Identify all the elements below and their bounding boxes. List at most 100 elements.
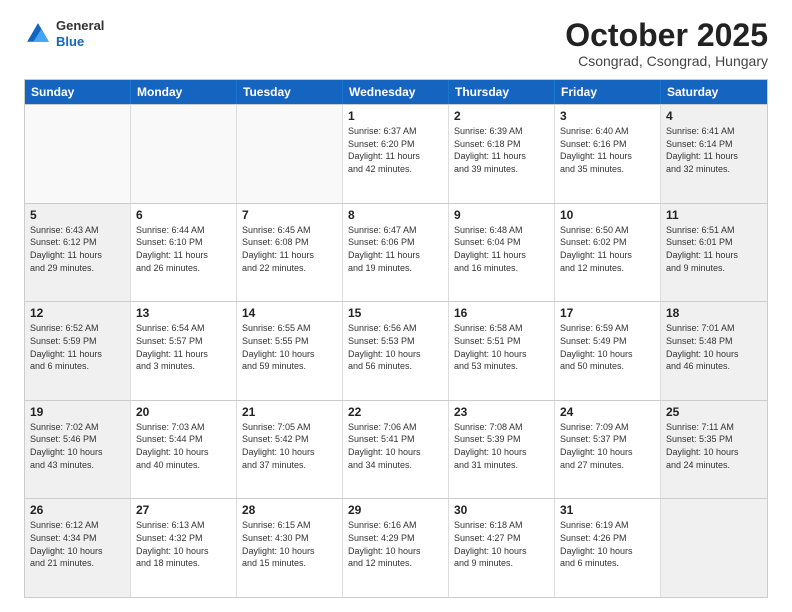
day-info: Sunrise: 7:05 AM Sunset: 5:42 PM Dayligh…: [242, 421, 337, 471]
calendar-day-7: 7 Sunrise: 6:45 AM Sunset: 6:08 PM Daylig…: [237, 204, 343, 302]
day-info: Sunrise: 6:44 AM Sunset: 6:10 PM Dayligh…: [136, 224, 231, 274]
calendar-day-6: 6 Sunrise: 6:44 AM Sunset: 6:10 PM Daylig…: [131, 204, 237, 302]
calendar-week-5: 26 Sunrise: 6:12 AM Sunset: 4:34 PM Dayli…: [25, 498, 767, 597]
day-number: 31: [560, 503, 655, 517]
day-info: Sunrise: 6:16 AM Sunset: 4:29 PM Dayligh…: [348, 519, 443, 569]
day-number: 26: [30, 503, 125, 517]
logo-general: General: [56, 18, 104, 34]
day-info: Sunrise: 6:48 AM Sunset: 6:04 PM Dayligh…: [454, 224, 549, 274]
logo-text: General Blue: [56, 18, 104, 49]
day-number: 19: [30, 405, 125, 419]
day-number: 6: [136, 208, 231, 222]
day-number: 20: [136, 405, 231, 419]
day-number: 18: [666, 306, 762, 320]
day-info: Sunrise: 6:56 AM Sunset: 5:53 PM Dayligh…: [348, 322, 443, 372]
calendar-day-24: 24 Sunrise: 7:09 AM Sunset: 5:37 PM Dayli…: [555, 401, 661, 499]
calendar-day-empty: [131, 105, 237, 203]
calendar-day-27: 27 Sunrise: 6:13 AM Sunset: 4:32 PM Dayli…: [131, 499, 237, 597]
logo-icon: [24, 20, 52, 48]
day-number: 4: [666, 109, 762, 123]
calendar-day-11: 11 Sunrise: 6:51 AM Sunset: 6:01 PM Dayli…: [661, 204, 767, 302]
day-info: Sunrise: 7:03 AM Sunset: 5:44 PM Dayligh…: [136, 421, 231, 471]
day-info: Sunrise: 6:45 AM Sunset: 6:08 PM Dayligh…: [242, 224, 337, 274]
calendar-day-30: 30 Sunrise: 6:18 AM Sunset: 4:27 PM Dayli…: [449, 499, 555, 597]
day-number: 14: [242, 306, 337, 320]
day-number: 15: [348, 306, 443, 320]
day-info: Sunrise: 6:41 AM Sunset: 6:14 PM Dayligh…: [666, 125, 762, 175]
day-number: 27: [136, 503, 231, 517]
day-number: 17: [560, 306, 655, 320]
day-number: 8: [348, 208, 443, 222]
day-number: 3: [560, 109, 655, 123]
calendar-day-empty: [25, 105, 131, 203]
calendar-day-9: 9Sunrise: 6:48 AM Sunset: 6:04 PM Daylig…: [449, 204, 555, 302]
day-number: 2: [454, 109, 549, 123]
day-info: Sunrise: 6:59 AM Sunset: 5:49 PM Dayligh…: [560, 322, 655, 372]
calendar-day-4: 4 Sunrise: 6:41 AM Sunset: 6:14 PM Daylig…: [661, 105, 767, 203]
day-info: Sunrise: 7:11 AM Sunset: 5:35 PM Dayligh…: [666, 421, 762, 471]
calendar: SundayMondayTuesdayWednesdayThursdayFrid…: [24, 79, 768, 598]
day-info: Sunrise: 7:06 AM Sunset: 5:41 PM Dayligh…: [348, 421, 443, 471]
day-header-monday: Monday: [131, 80, 237, 104]
day-info: Sunrise: 6:51 AM Sunset: 6:01 PM Dayligh…: [666, 224, 762, 274]
day-info: Sunrise: 7:08 AM Sunset: 5:39 PM Dayligh…: [454, 421, 549, 471]
day-info: Sunrise: 6:55 AM Sunset: 5:55 PM Dayligh…: [242, 322, 337, 372]
logo: General Blue: [24, 18, 104, 49]
day-header-wednesday: Wednesday: [343, 80, 449, 104]
calendar-day-8: 8 Sunrise: 6:47 AM Sunset: 6:06 PM Daylig…: [343, 204, 449, 302]
day-info: Sunrise: 7:01 AM Sunset: 5:48 PM Dayligh…: [666, 322, 762, 372]
day-number: 16: [454, 306, 549, 320]
location-subtitle: Csongrad, Csongrad, Hungary: [565, 53, 768, 69]
calendar-day-3: 3 Sunrise: 6:40 AM Sunset: 6:16 PM Daylig…: [555, 105, 661, 203]
day-info: Sunrise: 6:37 AM Sunset: 6:20 PM Dayligh…: [348, 125, 443, 175]
day-header-tuesday: Tuesday: [237, 80, 343, 104]
day-header-thursday: Thursday: [449, 80, 555, 104]
day-number: 1: [348, 109, 443, 123]
calendar-day-13: 13Sunrise: 6:54 AM Sunset: 5:57 PM Dayli…: [131, 302, 237, 400]
day-number: 29: [348, 503, 443, 517]
calendar-day-15: 15 Sunrise: 6:56 AM Sunset: 5:53 PM Dayli…: [343, 302, 449, 400]
calendar-week-2: 5Sunrise: 6:43 AM Sunset: 6:12 PM Daylig…: [25, 203, 767, 302]
calendar-day-empty: [661, 499, 767, 597]
day-info: Sunrise: 6:43 AM Sunset: 6:12 PM Dayligh…: [30, 224, 125, 274]
calendar-day-26: 26 Sunrise: 6:12 AM Sunset: 4:34 PM Dayli…: [25, 499, 131, 597]
calendar-day-18: 18 Sunrise: 7:01 AM Sunset: 5:48 PM Dayli…: [661, 302, 767, 400]
day-number: 12: [30, 306, 125, 320]
day-number: 30: [454, 503, 549, 517]
day-number: 28: [242, 503, 337, 517]
day-info: Sunrise: 6:50 AM Sunset: 6:02 PM Dayligh…: [560, 224, 655, 274]
day-number: 7: [242, 208, 337, 222]
calendar-week-3: 12 Sunrise: 6:52 AM Sunset: 5:59 PM Dayli…: [25, 301, 767, 400]
day-info: Sunrise: 6:40 AM Sunset: 6:16 PM Dayligh…: [560, 125, 655, 175]
calendar-day-empty: [237, 105, 343, 203]
month-title: October 2025: [565, 18, 768, 53]
calendar-day-28: 28 Sunrise: 6:15 AM Sunset: 4:30 PM Dayli…: [237, 499, 343, 597]
calendar-day-16: 16 Sunrise: 6:58 AM Sunset: 5:51 PM Dayli…: [449, 302, 555, 400]
day-number: 25: [666, 405, 762, 419]
day-number: 11: [666, 208, 762, 222]
day-info: Sunrise: 7:02 AM Sunset: 5:46 PM Dayligh…: [30, 421, 125, 471]
logo-blue: Blue: [56, 34, 104, 50]
calendar-day-10: 10 Sunrise: 6:50 AM Sunset: 6:02 PM Dayli…: [555, 204, 661, 302]
day-info: Sunrise: 6:39 AM Sunset: 6:18 PM Dayligh…: [454, 125, 549, 175]
day-info: Sunrise: 6:47 AM Sunset: 6:06 PM Dayligh…: [348, 224, 443, 274]
day-number: 23: [454, 405, 549, 419]
calendar-day-14: 14 Sunrise: 6:55 AM Sunset: 5:55 PM Dayli…: [237, 302, 343, 400]
day-info: Sunrise: 6:52 AM Sunset: 5:59 PM Dayligh…: [30, 322, 125, 372]
day-info: Sunrise: 6:58 AM Sunset: 5:51 PM Dayligh…: [454, 322, 549, 372]
day-info: Sunrise: 6:18 AM Sunset: 4:27 PM Dayligh…: [454, 519, 549, 569]
day-number: 24: [560, 405, 655, 419]
day-number: 10: [560, 208, 655, 222]
calendar-day-19: 19 Sunrise: 7:02 AM Sunset: 5:46 PM Dayli…: [25, 401, 131, 499]
calendar-header: SundayMondayTuesdayWednesdayThursdayFrid…: [25, 80, 767, 104]
calendar-week-1: 1 Sunrise: 6:37 AM Sunset: 6:20 PM Daylig…: [25, 104, 767, 203]
day-info: Sunrise: 7:09 AM Sunset: 5:37 PM Dayligh…: [560, 421, 655, 471]
day-info: Sunrise: 6:15 AM Sunset: 4:30 PM Dayligh…: [242, 519, 337, 569]
calendar-day-17: 17 Sunrise: 6:59 AM Sunset: 5:49 PM Dayli…: [555, 302, 661, 400]
day-info: Sunrise: 6:12 AM Sunset: 4:34 PM Dayligh…: [30, 519, 125, 569]
day-info: Sunrise: 6:13 AM Sunset: 4:32 PM Dayligh…: [136, 519, 231, 569]
day-header-friday: Friday: [555, 80, 661, 104]
day-header-saturday: Saturday: [661, 80, 767, 104]
day-header-sunday: Sunday: [25, 80, 131, 104]
calendar-day-12: 12 Sunrise: 6:52 AM Sunset: 5:59 PM Dayli…: [25, 302, 131, 400]
